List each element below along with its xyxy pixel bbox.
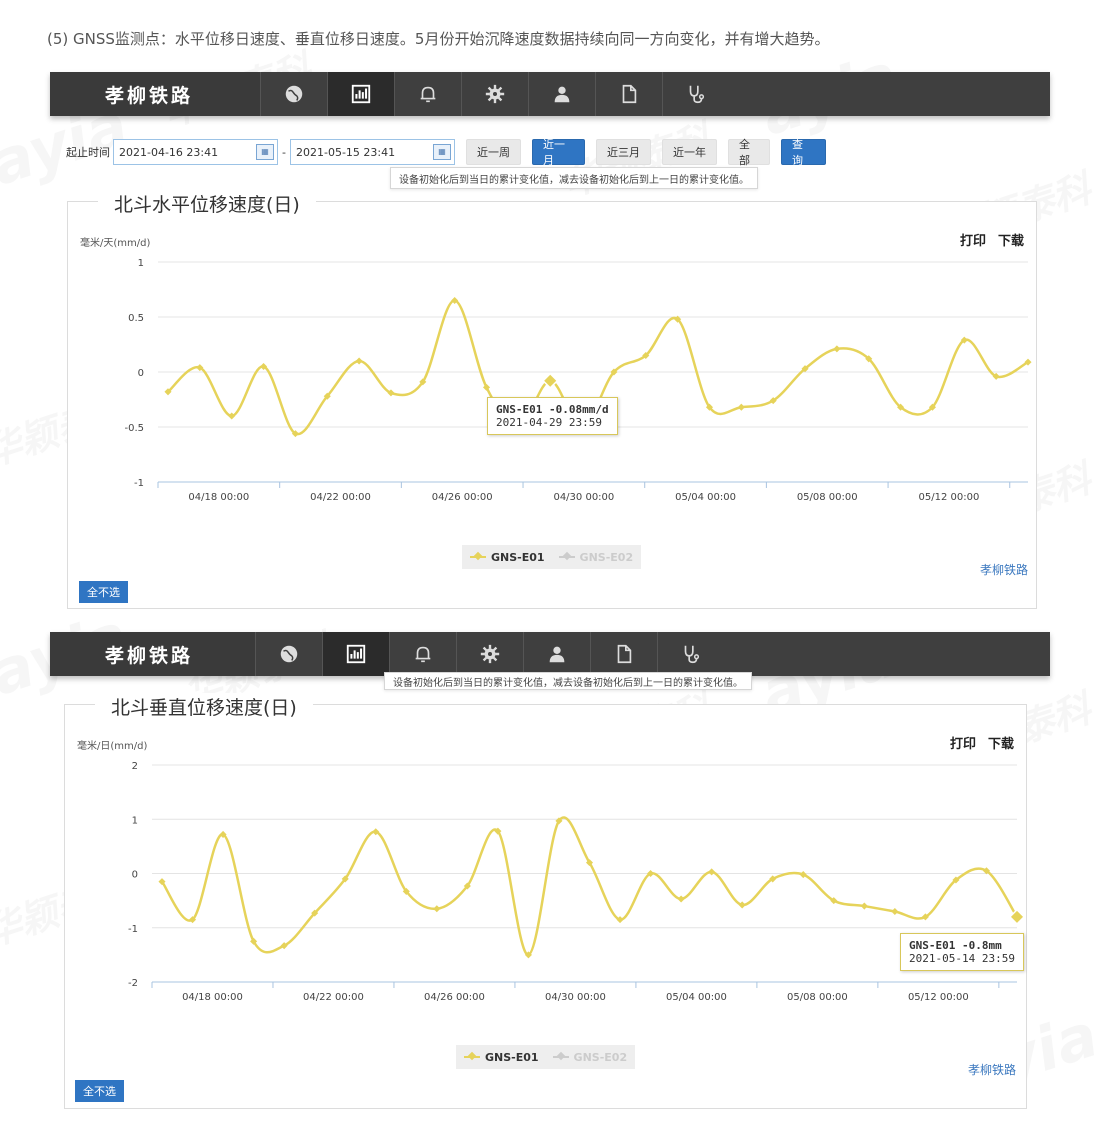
legend-series-gns-e01[interactable]: GNS-E01 — [470, 551, 545, 564]
chart-title: 北斗水平位移速度(日) — [98, 190, 316, 217]
globe-icon[interactable] — [260, 72, 327, 116]
user-icon[interactable] — [523, 632, 590, 676]
x-tick-label: 04/18 00:00 — [188, 492, 249, 503]
data-point — [833, 345, 841, 353]
gear-icon[interactable] — [456, 632, 523, 676]
chart-credit-link[interactable]: 孝柳铁路 — [968, 1061, 1016, 1078]
last-month-button[interactable]: 近一月 — [531, 138, 585, 167]
start-date-input[interactable]: 2021-04-16 23:41 ▦ — [113, 139, 278, 165]
date-range-label: 起止时间 — [66, 146, 110, 159]
data-point — [677, 895, 685, 903]
all-button[interactable]: 全部 — [727, 138, 770, 167]
horizontal-speed-chart-panel: 北斗水平位移速度(日) 毫米/天(mm/d) 打印 下载 1 0.5 0 -0.5 -1… — [67, 190, 1037, 609]
data-point — [738, 901, 746, 909]
stethoscope-icon[interactable] — [662, 72, 729, 116]
x-tick-label: 05/08 00:00 — [787, 992, 848, 1003]
y-tick-label: 0 — [138, 368, 144, 379]
data-point — [737, 403, 745, 411]
last-year-button[interactable]: 近一年 — [661, 139, 717, 165]
date-separator: - — [282, 145, 286, 159]
x-tick-label: 04/18 00:00 — [182, 992, 243, 1003]
x-tick-label: 05/04 00:00 — [666, 992, 727, 1003]
x-tick-label: 04/22 00:00 — [303, 992, 364, 1003]
chart-legend: GNS-E01 GNS-E02 — [462, 545, 642, 569]
x-tick-label: 04/30 00:00 — [553, 492, 614, 503]
last-week-button[interactable]: 近一周 — [465, 139, 521, 165]
end-date-input[interactable]: 2021-05-15 23:41 ▦ — [289, 139, 455, 165]
y-tick-label: 2 — [132, 761, 138, 772]
deselect-all-button[interactable]: 全不选 — [79, 581, 128, 603]
y-tick-label: 1 — [132, 815, 138, 826]
chart-title: 北斗垂直位移速度(日) — [95, 693, 313, 720]
legend-series-gns-e02[interactable]: GNS-E02 — [558, 551, 633, 564]
legend-series-gns-e01[interactable]: GNS-E01 — [464, 1051, 539, 1064]
calendar-icon[interactable]: ▦ — [432, 144, 451, 160]
data-point — [891, 907, 899, 916]
series-line-gns-e01 — [160, 816, 1019, 957]
y-tick-label: 0.5 — [128, 313, 144, 324]
y-tick-label: -0.5 — [124, 423, 144, 434]
data-point — [355, 357, 363, 365]
calendar-icon[interactable]: ▦ — [256, 144, 274, 160]
y-tick-label: 0 — [132, 870, 138, 881]
highlighted-point — [1008, 908, 1026, 926]
y-tick-label: 1 — [138, 258, 144, 269]
chart-credit-link[interactable]: 孝柳铁路 — [980, 561, 1028, 578]
document-icon[interactable] — [595, 72, 662, 116]
data-point — [860, 902, 868, 910]
y-tick-label: -1 — [134, 478, 144, 489]
bar-chart-icon[interactable] — [327, 72, 394, 116]
document-icon[interactable] — [590, 632, 657, 676]
x-tick-label: 05/12 00:00 — [918, 492, 979, 503]
tooltip-hint-partial: 设备初始化后到当日的累计变化值，减去设备初始化后到上一日的累计变化值。 — [384, 672, 752, 690]
last-three-months-button[interactable]: 近三月 — [595, 139, 651, 165]
legend-series-gns-e02[interactable]: GNS-E02 — [552, 1051, 627, 1064]
vertical-speed-chart-panel: 北斗垂直位移速度(日) 毫米/日(mm/d) 打印 下载 2 1 0 -1 -2 04/1… — [64, 693, 1027, 1109]
y-tick-label: -1 — [128, 924, 138, 935]
data-tooltip: GNS-E01 -0.08mm/d 2021-04-29 23:59 — [487, 397, 618, 435]
vertical-speed-line-chart: 2 1 0 -1 -2 04/18 00:00 04/22 00:00 04/26 00:00… — [128, 761, 1026, 1003]
data-tooltip: GNS-E01 -0.8mm 2021-05-14 23:59 — [900, 933, 1024, 971]
x-tick-label: 04/26 00:00 — [424, 992, 485, 1003]
x-tick-label: 04/22 00:00 — [310, 492, 371, 503]
top-navbar: 孝柳铁路 — [50, 72, 1050, 116]
brand-title: 孝柳铁路 — [50, 632, 255, 676]
gear-icon[interactable] — [461, 72, 528, 116]
y-tick-label: -2 — [128, 978, 138, 989]
bell-icon[interactable] — [389, 632, 456, 676]
intro-text: (5) GNSS监测点：水平位移日速度、垂直位移日速度。5月份开始沉降速度数据持… — [47, 30, 830, 48]
second-navbar: 孝柳铁路 — [50, 632, 1050, 676]
bell-icon[interactable] — [394, 72, 461, 116]
brand-title: 孝柳铁路 — [50, 72, 260, 116]
globe-icon[interactable] — [255, 632, 322, 676]
data-point — [708, 868, 716, 876]
bar-chart-icon[interactable] — [322, 632, 389, 676]
x-tick-label: 05/12 00:00 — [908, 992, 969, 1003]
user-icon[interactable] — [528, 72, 595, 116]
stethoscope-icon[interactable] — [657, 632, 724, 676]
deselect-all-button[interactable]: 全不选 — [75, 1080, 124, 1102]
tooltip-hint: 设备初始化后到当日的累计变化值，减去设备初始化后到上一日的累计变化值。 — [390, 167, 758, 189]
search-button[interactable]: 查 询 — [780, 138, 826, 167]
x-tick-label: 05/08 00:00 — [797, 492, 858, 503]
x-tick-label: 05/04 00:00 — [675, 492, 736, 503]
data-point — [433, 905, 441, 913]
x-tick-label: 04/26 00:00 — [432, 492, 493, 503]
chart-legend: GNS-E01 GNS-E02 — [456, 1045, 636, 1069]
x-tick-label: 04/30 00:00 — [545, 992, 606, 1003]
date-query-bar: 起止时间 2021-04-16 23:41 ▦ - 2021-05-15 23:4… — [66, 138, 826, 167]
